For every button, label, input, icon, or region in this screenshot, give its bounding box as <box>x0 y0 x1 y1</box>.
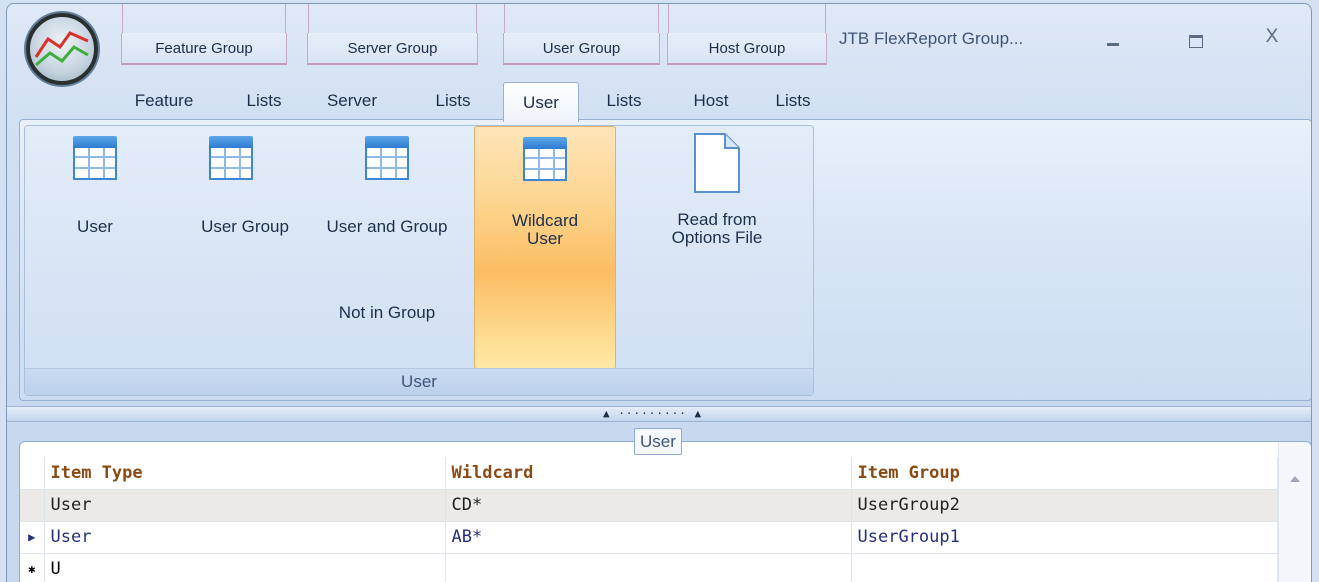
cell-item-group[interactable]: UserGroup1 <box>851 521 1278 554</box>
wildcard-user-label-line2: User <box>527 229 563 248</box>
cell-wildcard[interactable] <box>445 553 852 582</box>
tab-group-host: Host Group <box>667 4 827 65</box>
cell-item-group[interactable] <box>851 553 1278 582</box>
tab-group-feature: Feature Group <box>121 4 287 65</box>
table-row[interactable]: ▶ User AB* UserGroup1 <box>20 521 1278 554</box>
window-title: JTB FlexReport Group... <box>839 29 1024 48</box>
table-row-new[interactable]: ✱ U <box>20 553 1278 582</box>
ribbon-group-caption: User <box>25 368 813 395</box>
wildcard-user-button[interactable]: Wildcard User <box>474 126 616 369</box>
cell-item-type[interactable]: U <box>44 553 446 582</box>
not-in-group-label: Not in Group <box>338 303 436 322</box>
cell-wildcard[interactable]: CD* <box>445 489 852 522</box>
panel-caption: User <box>634 428 682 455</box>
scroll-up-arrow-icon[interactable] <box>1290 476 1300 482</box>
user-group-button-label: User Group <box>201 217 289 236</box>
tab-feature-lists[interactable]: Lists <box>236 82 292 120</box>
wildcard-user-label-line1: Wildcard <box>511 211 579 230</box>
tab-group-label: Feature Group <box>155 39 253 57</box>
cell-item-type[interactable]: User <box>44 521 446 554</box>
tab-feature[interactable]: Feature <box>123 82 205 120</box>
splitter-bar[interactable]: ▲ ········· ▲ <box>7 406 1311 422</box>
user-grid: Item Type Wildcard Item Group User CD* U… <box>20 457 1278 582</box>
user-button-label: User <box>77 217 113 236</box>
cell-wildcard[interactable]: AB* <box>445 521 852 554</box>
cell-item-group[interactable]: UserGroup2 <box>851 489 1278 522</box>
user-grid-panel: Item Type Wildcard Item Group User CD* U… <box>19 441 1311 582</box>
tab-host[interactable]: Host <box>682 82 740 120</box>
tab-server-lists[interactable]: Lists <box>425 82 481 120</box>
ribbon-panel: User User Group User and Group Not in Gr… <box>19 119 1311 401</box>
new-row-icon[interactable]: ✱ <box>20 553 45 582</box>
tab-group-server: Server Group <box>307 4 478 65</box>
current-row-indicator-icon[interactable]: ▶ <box>20 521 45 554</box>
cell-item-type[interactable]: User <box>44 489 446 522</box>
app-logo-icon[interactable] <box>26 13 98 85</box>
row-header-corner <box>20 457 45 490</box>
user-button[interactable]: User <box>35 126 155 369</box>
table-icon <box>73 136 117 180</box>
ribbon-group-user: User User Group User and Group Not in Gr… <box>24 125 814 396</box>
splitter-grip-icon[interactable]: ▲ ········· ▲ <box>603 407 702 420</box>
user-group-button[interactable]: User Group <box>183 126 307 369</box>
table-icon <box>523 137 567 181</box>
document-icon <box>693 132 741 194</box>
tab-group-user: User Group <box>503 4 660 65</box>
column-header-item-group[interactable]: Item Group <box>851 457 1278 490</box>
user-and-group-button[interactable]: User and Group Not in Group <box>307 126 467 369</box>
maximize-button[interactable] <box>1175 26 1215 52</box>
tab-group-label: Server Group <box>347 39 438 57</box>
table-icon <box>209 136 253 180</box>
read-options-label-line2: Options File <box>671 228 763 247</box>
user-and-group-button-label: User and Group <box>326 217 448 236</box>
tab-group-label: User Group <box>542 39 621 57</box>
read-options-label-line1: Read from <box>677 210 757 229</box>
column-header-wildcard[interactable]: Wildcard <box>445 457 852 490</box>
close-button[interactable]: X <box>1252 26 1292 52</box>
minimize-button[interactable] <box>1093 26 1133 52</box>
row-header[interactable] <box>20 489 45 522</box>
app-window: Feature Group Server Group User Group Ho… <box>6 3 1312 582</box>
tab-server[interactable]: Server <box>317 82 387 120</box>
tab-user[interactable]: User <box>503 82 579 122</box>
table-icon <box>365 136 409 180</box>
table-row[interactable]: User CD* UserGroup2 <box>20 489 1278 522</box>
column-header-item-type[interactable]: Item Type <box>44 457 446 490</box>
tab-user-lists[interactable]: Lists <box>596 82 652 120</box>
tab-host-lists[interactable]: Lists <box>765 82 821 120</box>
grid-header-row: Item Type Wildcard Item Group <box>20 457 1278 490</box>
tab-group-label: Host Group <box>708 39 786 57</box>
vertical-scrollbar[interactable] <box>1278 442 1311 582</box>
read-from-options-file-button[interactable]: Read from Options File <box>635 126 799 369</box>
